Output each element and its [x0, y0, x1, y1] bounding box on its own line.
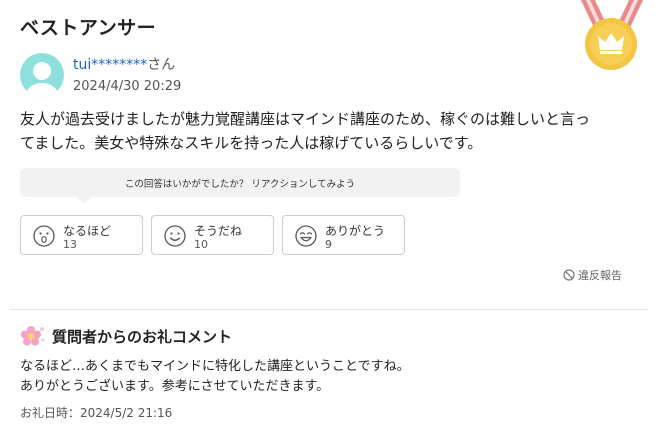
bubble-tail: [76, 196, 92, 204]
report-link[interactable]: 違反報告: [563, 267, 622, 283]
username-link[interactable]: tui********: [73, 57, 147, 73]
reaction-count: 9: [325, 238, 332, 251]
avatar[interactable]: [20, 53, 64, 97]
answer-body: 友人が過去受けましたが魅力覚醒講座はマインド講座のため、稼ぐのは難しいと言っ て…: [20, 107, 640, 155]
reaction-label: ありがとう: [325, 224, 386, 238]
answer-date: 2024/4/30 20:29: [73, 79, 182, 94]
thanks-title: 質問者からのお礼コメント: [52, 327, 233, 346]
smile-face-icon: [164, 225, 186, 247]
section-divider: [10, 309, 648, 310]
surprised-face-icon: [33, 225, 55, 247]
thanks-date: お礼日時：2024/5/2 21:16: [20, 406, 173, 420]
prohibited-icon: [563, 269, 575, 281]
answer-line: てました。美女や特殊なスキルを持った人は稼げているらしいです。: [20, 134, 483, 152]
thanks-heading: 質問者からのお礼コメント: [20, 325, 232, 347]
reaction-label: なるほど: [63, 224, 112, 238]
reaction-soudane-button[interactable]: そうだね 10: [151, 215, 274, 255]
report-label: 違反報告: [578, 269, 622, 282]
reaction-count: 13: [63, 238, 77, 251]
grin-face-icon: [295, 225, 317, 247]
thanks-line: ありがとうございます。参考にさせていただきます。: [20, 379, 330, 394]
reaction-naruhodo-button[interactable]: なるほど 13: [20, 215, 143, 255]
reaction-arigatou-button[interactable]: ありがとう 9: [282, 215, 405, 255]
reaction-label: そうだね: [194, 224, 243, 238]
thanks-line: なるほど…あくまでもマインドに特化した講座ということですね。: [20, 359, 410, 374]
page-title: ベストアンサー: [20, 17, 157, 39]
reaction-count: 10: [194, 238, 208, 251]
thanks-body: なるほど…あくまでもマインドに特化した講座ということですね。 ありがとうございま…: [20, 357, 640, 397]
answerer-name[interactable]: tui********さん: [73, 54, 175, 74]
answer-line: 友人が過去受けましたが魅力覚醒講座はマインド講座のため、稼ぐのは難しいと言っ: [20, 110, 591, 128]
reaction-prompt: この回答はいかがでしたか？ リアクションしてみよう: [20, 168, 460, 197]
honorific: さん: [147, 57, 176, 73]
flower-icon: [21, 326, 45, 346]
crown-medal-icon: [580, 0, 644, 70]
